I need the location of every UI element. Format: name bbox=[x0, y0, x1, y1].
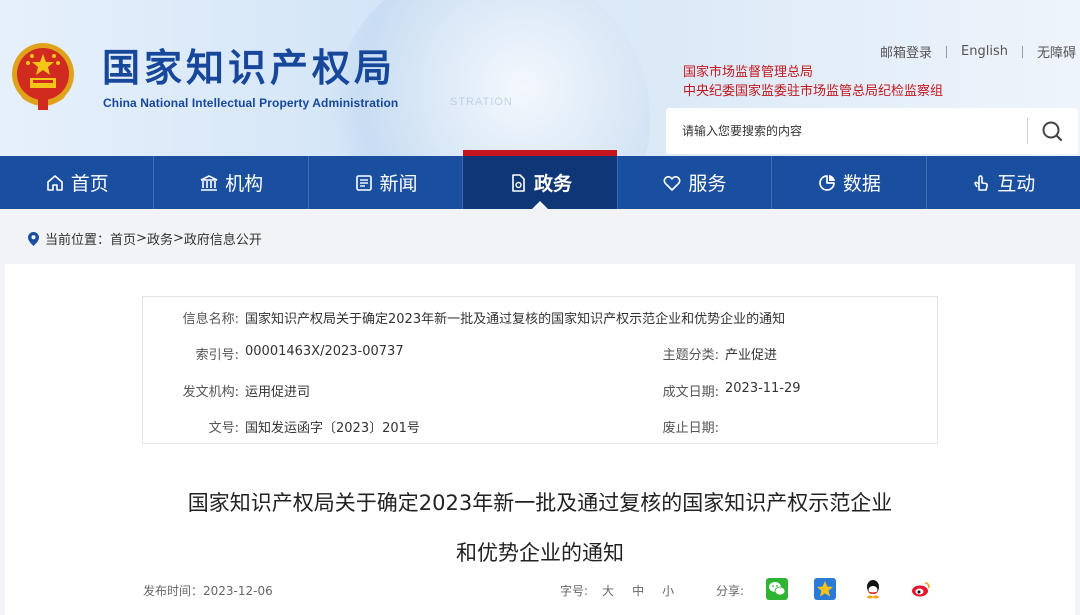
weibo-icon[interactable] bbox=[910, 578, 933, 600]
search-box bbox=[666, 108, 1078, 154]
info-issuer-value: 运用促进司 bbox=[245, 385, 311, 400]
top-links: 邮箱登录 English 无障碍 bbox=[866, 42, 1076, 61]
publish-info: 发布时间：2023-12-06 bbox=[143, 582, 273, 599]
breadcrumb-separator: > bbox=[136, 231, 147, 246]
main-nav: 首页 机构 新闻 政务 服务 数据 互动 bbox=[0, 150, 1080, 209]
nav-label: 服务 bbox=[688, 173, 727, 195]
info-name-value: 国家知识产权局关于确定2023年新一批及通过复核的国家知识产权示范企业和优势企业… bbox=[245, 312, 786, 327]
nav-label: 机构 bbox=[225, 173, 264, 195]
font-size-medium[interactable]: 中 bbox=[632, 582, 644, 599]
breadcrumb-home[interactable]: 首页 bbox=[110, 229, 136, 248]
search-divider bbox=[1027, 118, 1028, 144]
breadcrumb: 当前位置： 首页 > 政务 > 政府信息公开 bbox=[28, 229, 262, 248]
info-docno-value: 国知发运函字〔2023〕201号 bbox=[245, 421, 420, 436]
document-title-line: 和优势企业的通知 bbox=[456, 541, 624, 565]
breadcrumb-info-disclosure[interactable]: 政府信息公开 bbox=[184, 229, 262, 248]
font-size-small[interactable]: 小 bbox=[662, 582, 674, 599]
info-date-label: 成文日期: bbox=[662, 385, 719, 400]
nav-item-institution[interactable]: 机构 bbox=[154, 156, 309, 209]
nav-item-data[interactable]: 数据 bbox=[772, 156, 927, 209]
info-index-label: 索引号: bbox=[195, 348, 239, 363]
publish-label: 发布时间： bbox=[143, 584, 204, 598]
nav-item-government[interactable]: 政务 bbox=[463, 150, 618, 209]
institution-icon bbox=[200, 174, 218, 191]
document-title: 国家知识产权局关于确定2023年新一批及通过复核的国家知识产权示范企业 和优势企… bbox=[0, 478, 1080, 578]
info-row: 索引号: 00001463X/2023-00737 主题分类: 产业促进 bbox=[143, 344, 939, 364]
home-icon bbox=[46, 174, 63, 191]
interact-icon bbox=[974, 174, 989, 191]
national-emblem-icon[interactable] bbox=[8, 40, 78, 112]
info-table: 信息名称: 国家知识产权局关于确定2023年新一批及通过复核的国家知识产权示范企… bbox=[142, 296, 938, 444]
info-row: 信息名称: 国家知识产权局关于确定2023年新一批及通过复核的国家知识产权示范企… bbox=[143, 308, 939, 328]
nav-label: 新闻 bbox=[379, 173, 418, 195]
info-row: 发文机构: 运用促进司 成文日期: 2023-11-29 bbox=[143, 381, 939, 401]
font-size-control: 字号: 大 中 小 bbox=[560, 582, 692, 599]
info-date-value: 2023-11-29 bbox=[725, 381, 801, 396]
breadcrumb-prefix: 当前位置： bbox=[45, 233, 111, 248]
nav-item-interact[interactable]: 互动 bbox=[927, 156, 1080, 209]
header-watermark: STRATION bbox=[450, 96, 513, 108]
service-icon bbox=[663, 175, 681, 191]
search-input[interactable] bbox=[682, 120, 1022, 142]
breadcrumb-separator: > bbox=[172, 231, 184, 246]
font-size-large[interactable]: 大 bbox=[602, 582, 614, 599]
data-icon bbox=[818, 174, 835, 191]
news-icon bbox=[355, 174, 372, 191]
info-name-label: 信息名称: bbox=[182, 312, 239, 327]
dept-link-discipline[interactable]: 中央纪委国家监委驻市场监管总局纪检监察组 bbox=[683, 83, 943, 101]
info-topic-label: 主题分类: bbox=[662, 348, 719, 363]
info-issuer-label: 发文机构: bbox=[182, 385, 239, 400]
location-pin-icon bbox=[28, 231, 39, 246]
nav-label: 政务 bbox=[533, 173, 572, 195]
dept-link-samr[interactable]: 国家市场监督管理总局 bbox=[683, 64, 813, 82]
nav-label: 数据 bbox=[842, 173, 881, 195]
info-row: 文号: 国知发运函字〔2023〕201号 废止日期: bbox=[143, 417, 939, 437]
nav-label: 首页 bbox=[70, 173, 109, 195]
site-title[interactable]: 国家知识产权局 bbox=[102, 46, 396, 90]
info-docno-label: 文号: bbox=[208, 421, 239, 436]
site-header: STRATION 国家知识产权局 China National Intellec… bbox=[0, 0, 1080, 156]
nav-item-home[interactable]: 首页 bbox=[0, 156, 155, 209]
english-link[interactable]: English bbox=[947, 44, 1022, 59]
qq-icon[interactable] bbox=[862, 578, 885, 600]
document-title-line: 国家知识产权局关于确定2023年新一批及通过复核的国家知识产权示范企业 bbox=[187, 491, 893, 515]
publish-date: 2023-12-06 bbox=[203, 584, 273, 598]
nav-item-service[interactable]: 服务 bbox=[618, 156, 773, 209]
accessibility-link[interactable]: 无障碍 bbox=[1023, 42, 1076, 61]
wechat-icon[interactable] bbox=[766, 578, 789, 600]
breadcrumb-government[interactable]: 政务 bbox=[147, 229, 173, 248]
share-label: 分享: bbox=[716, 583, 745, 598]
info-topic-value: 产业促进 bbox=[725, 348, 778, 363]
info-index-value: 00001463X/2023-00737 bbox=[245, 344, 404, 359]
nav-item-news[interactable]: 新闻 bbox=[309, 156, 464, 209]
qzone-icon[interactable] bbox=[814, 578, 837, 600]
font-size-label: 字号: bbox=[560, 584, 589, 598]
government-icon bbox=[512, 173, 525, 192]
mail-login-link[interactable]: 邮箱登录 bbox=[866, 42, 946, 61]
search-icon[interactable] bbox=[1038, 118, 1066, 144]
nav-label: 互动 bbox=[997, 173, 1036, 195]
site-subtitle: China National Intellectual Property Adm… bbox=[103, 96, 399, 110]
share-bar: 分享: bbox=[716, 578, 958, 600]
info-abolish-label: 废止日期: bbox=[662, 421, 719, 436]
